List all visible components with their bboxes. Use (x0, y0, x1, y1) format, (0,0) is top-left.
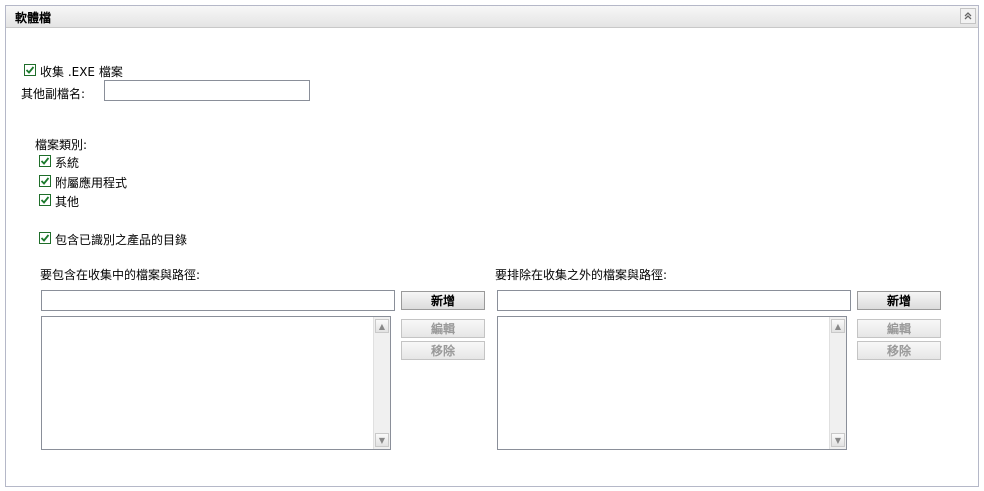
category-system-label: 系統 (55, 156, 80, 170)
scroll-up-icon[interactable]: ▲ (831, 319, 845, 333)
scroll-up-icon[interactable]: ▲ (375, 319, 389, 333)
include-path-input[interactable] (41, 290, 395, 311)
collect-exe-checkbox[interactable] (24, 64, 36, 76)
checkmark-icon (40, 177, 50, 185)
category-other-label: 其他 (55, 195, 80, 209)
checkmark-icon (25, 66, 35, 74)
other-ext-input[interactable] (104, 80, 310, 101)
exclude-path-input[interactable] (497, 290, 851, 311)
include-paths-label: 要包含在收集中的檔案與路徑: (40, 268, 201, 282)
checkmark-icon (40, 157, 50, 165)
other-ext-label: 其他副檔名: (21, 87, 86, 101)
include-edit-button[interactable]: 編輯 (401, 319, 485, 338)
exclude-remove-button[interactable]: 移除 (857, 341, 941, 360)
category-accessories-label: 附屬應用程式 (55, 176, 128, 190)
collect-exe-label: 收集 .EXE 檔案 (40, 65, 123, 79)
include-product-dirs-checkbox[interactable] (39, 232, 51, 244)
file-categories-heading: 檔案類別: (35, 138, 88, 152)
include-list-scrollbar[interactable]: ▲ ▼ (373, 317, 390, 449)
scroll-down-icon[interactable]: ▼ (375, 433, 389, 447)
checkmark-icon (40, 196, 50, 204)
exclude-add-button[interactable]: 新增 (857, 291, 941, 310)
category-other-checkbox[interactable] (39, 194, 51, 206)
exclude-paths-label: 要排除在收集之外的檔案與路徑: (495, 268, 668, 282)
include-add-button[interactable]: 新增 (401, 291, 485, 310)
panel-header: 軟體檔 (6, 6, 978, 28)
panel-title: 軟體檔 (15, 11, 52, 25)
exclude-list-scrollbar[interactable]: ▲ ▼ (829, 317, 846, 449)
scroll-down-icon[interactable]: ▼ (831, 433, 845, 447)
exclude-paths-list[interactable]: ▲ ▼ (497, 316, 847, 450)
exclude-edit-button[interactable]: 編輯 (857, 319, 941, 338)
include-paths-list[interactable]: ▲ ▼ (41, 316, 391, 450)
collapse-icon[interactable] (960, 8, 976, 24)
checkmark-icon (40, 234, 50, 242)
category-system-checkbox[interactable] (39, 155, 51, 167)
include-remove-button[interactable]: 移除 (401, 341, 485, 360)
category-accessories-checkbox[interactable] (39, 175, 51, 187)
include-product-dirs-label: 包含已識別之產品的目錄 (55, 233, 188, 247)
